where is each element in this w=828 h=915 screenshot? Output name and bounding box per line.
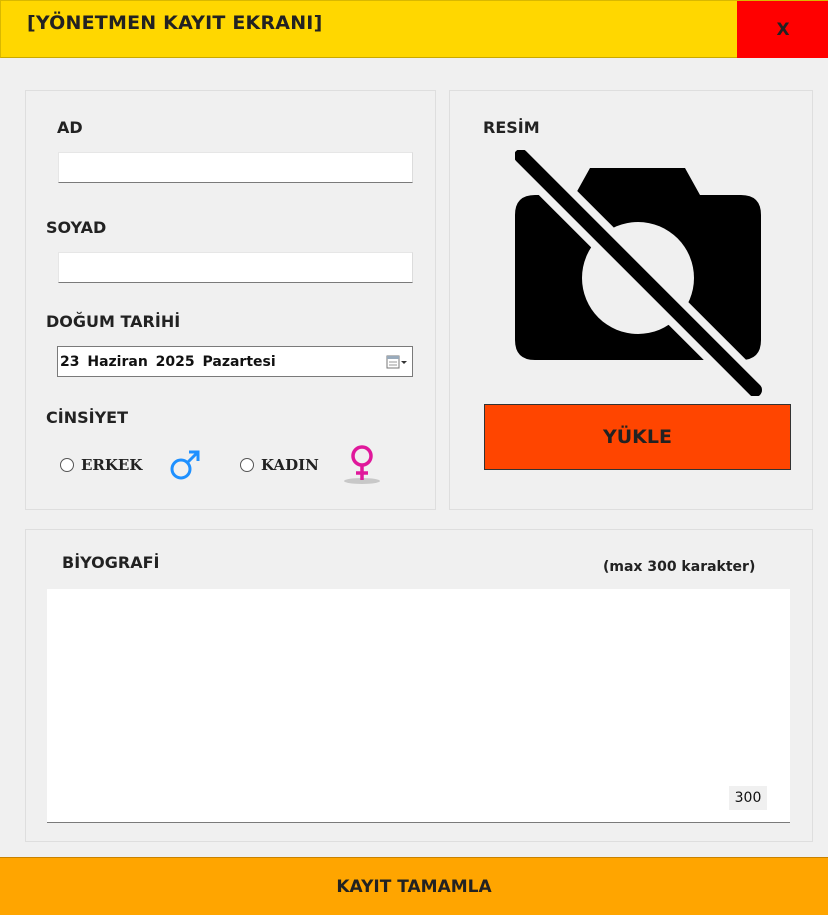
char-counter: 300 <box>729 786 767 810</box>
max-chars-hint: (max 300 karakter) <box>603 559 756 575</box>
birth-date-picker[interactable]: 23 Haziran 2025 Pazartesi <box>57 346 413 377</box>
cinsiyet-label: CİNSİYET <box>46 408 128 427</box>
title-bar: [YÖNETMEN KAYIT EKRANI] X <box>0 0 828 58</box>
close-button[interactable]: X <box>737 1 828 58</box>
submit-button[interactable]: KAYIT TAMAMLA <box>0 857 828 915</box>
window-title: [YÖNETMEN KAYIT EKRANI] <box>27 12 323 34</box>
biography-textarea[interactable] <box>47 589 790 823</box>
dogum-tarihi-label: DOĞUM TARİHİ <box>46 312 181 331</box>
birth-date-value: 23 Haziran 2025 Pazartesi <box>60 353 276 370</box>
radio-circle[interactable] <box>240 458 254 472</box>
gender-radio-kadin[interactable]: KADIN <box>240 456 319 474</box>
gender-kadin-label: KADIN <box>261 456 319 474</box>
soyad-label: SOYAD <box>46 218 107 237</box>
ad-input[interactable] <box>58 152 413 183</box>
radio-circle[interactable] <box>60 458 74 472</box>
resim-label: RESİM <box>483 118 540 137</box>
gender-erkek-label: ERKEK <box>81 456 143 474</box>
upload-button[interactable]: YÜKLE <box>484 404 791 470</box>
ad-label: AD <box>57 118 83 137</box>
male-symbol-icon <box>168 448 202 486</box>
gender-radio-erkek[interactable]: ERKEK <box>60 456 142 474</box>
biyografi-label: BİYOGRAFİ <box>62 553 160 572</box>
soyad-input[interactable] <box>58 252 413 283</box>
calendar-dropdown-icon[interactable] <box>386 354 408 370</box>
female-symbol-icon <box>343 444 383 490</box>
no-camera-icon <box>514 149 763 400</box>
